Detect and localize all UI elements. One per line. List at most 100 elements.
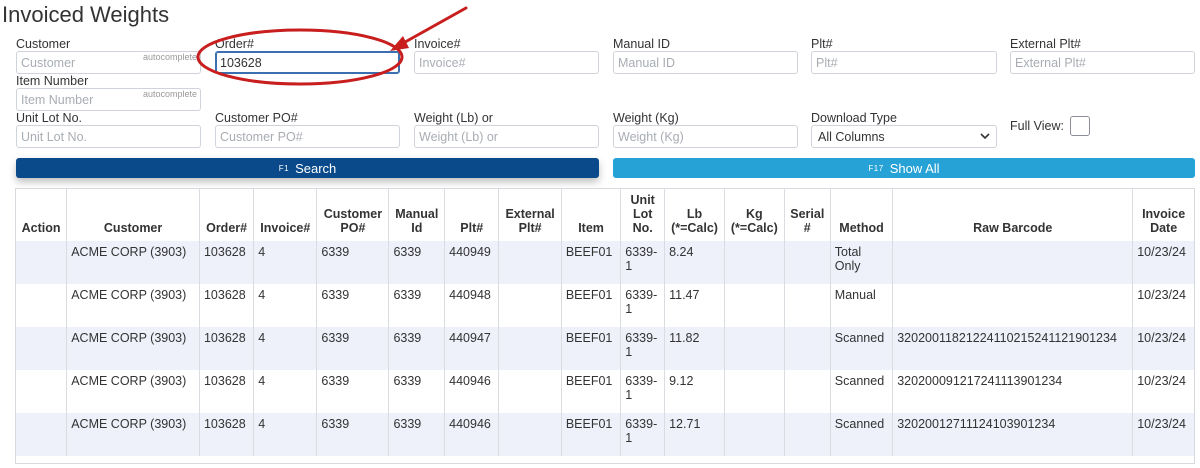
- cell-method: Scanned: [830, 413, 894, 456]
- cell-customer-po: 6339: [316, 413, 390, 456]
- invoiced-weights-page: Invoiced Weights Customer autocomplete O…: [0, 0, 1200, 468]
- download-type-select[interactable]: All Columns: [811, 125, 997, 148]
- cell-raw-barcode: [892, 284, 1134, 327]
- table-row[interactable]: ACME CORP (3903) 103628 4 6339 6339 4409…: [16, 327, 1194, 370]
- col-header-method: Method: [830, 189, 894, 241]
- cell-kg: [724, 413, 785, 456]
- cell-customer: ACME CORP (3903): [66, 413, 200, 456]
- cell-item: BEEF01: [561, 241, 622, 284]
- cell-invoice: 4: [253, 284, 318, 327]
- table-row[interactable]: ACME CORP (3903) 103628 4 6339 6339 4409…: [16, 284, 1194, 327]
- cell-action: [16, 284, 68, 327]
- cell-order: 103628: [199, 370, 255, 413]
- cell-lb: 9.12: [664, 370, 725, 413]
- download-type-field: Download Type All Columns: [811, 111, 997, 148]
- col-header-action: Action: [16, 189, 68, 241]
- cell-serial: [784, 327, 831, 370]
- cell-method: Scanned: [830, 370, 894, 413]
- cell-plt: 440946: [444, 370, 500, 413]
- cell-external-plt: [498, 370, 562, 413]
- cell-serial: [784, 241, 831, 284]
- cell-external-plt: [498, 284, 562, 327]
- cell-kg: [724, 241, 785, 284]
- cell-serial: [784, 370, 831, 413]
- results-table-container: Action Customer Order# Invoice# Customer…: [15, 188, 1195, 464]
- plt-input[interactable]: [811, 51, 997, 74]
- cell-item: BEEF01: [561, 370, 622, 413]
- table-row[interactable]: ACME CORP (3903) 103628 4 6339 6339 4409…: [16, 370, 1194, 413]
- show-all-button-label: Show All: [889, 160, 940, 176]
- cell-plt: 440948: [444, 284, 500, 327]
- cell-unit-lot: 6339- 1: [620, 241, 666, 284]
- order-label: Order#: [215, 37, 254, 51]
- cell-customer: ACME CORP (3903): [66, 241, 200, 284]
- cell-order: 103628: [199, 241, 255, 284]
- external-plt-field: External Plt#: [1010, 37, 1195, 74]
- invoice-input[interactable]: [414, 51, 599, 74]
- cell-unit-lot: 6339- 1: [620, 413, 666, 456]
- col-header-order: Order#: [199, 189, 255, 241]
- show-all-button[interactable]: F17 Show All: [613, 158, 1195, 178]
- search-button-label: Search: [295, 160, 337, 176]
- cell-invoice: 4: [253, 413, 318, 456]
- customer-label: Customer: [16, 37, 71, 51]
- cell-order: 103628: [199, 327, 255, 370]
- cell-lb: 11.82: [664, 327, 725, 370]
- cell-raw-barcode: 320200127111241039​01234: [892, 413, 1134, 456]
- cell-customer-po: 6339: [316, 284, 390, 327]
- table-row[interactable]: ACME CORP (3903) 103628 4 6339 6339 4409…: [16, 413, 1194, 456]
- plt-field: Plt#: [811, 37, 997, 74]
- col-header-customer-po: Customer PO#: [316, 189, 390, 241]
- cell-order: 103628: [199, 413, 255, 456]
- cell-kg: [724, 370, 785, 413]
- col-header-kg: Kg (*=Calc): [724, 189, 785, 241]
- cell-method: Scanned: [830, 327, 894, 370]
- manual-id-input[interactable]: [613, 51, 798, 74]
- cell-invoice-date: 10/23/24: [1137, 417, 1186, 431]
- cell-invoice-date: 10/23/24: [1137, 374, 1186, 388]
- search-button[interactable]: F1 Search: [16, 158, 599, 178]
- cell-unit-lot: 6339- 1: [620, 284, 666, 327]
- cell-manual-id: 6339: [388, 327, 446, 370]
- cell-customer: ACME CORP (3903): [66, 284, 200, 327]
- cell-lb: 8.24: [664, 241, 725, 284]
- external-plt-input[interactable]: [1010, 51, 1195, 74]
- cell-serial: [784, 413, 831, 456]
- cell-raw-barcode: [892, 241, 1134, 284]
- cell-invoice: 4: [253, 370, 318, 413]
- cell-item: BEEF01: [561, 413, 622, 456]
- cell-manual-id: 6339: [388, 241, 446, 284]
- cell-external-plt: [498, 327, 562, 370]
- cell-customer: ACME CORP (3903): [66, 327, 200, 370]
- col-header-manual-id: Manual Id: [388, 189, 446, 241]
- unit-lot-label: Unit Lot No.: [16, 111, 83, 125]
- show-all-hotkey: F17: [868, 163, 884, 173]
- cell-kg: [724, 327, 785, 370]
- customer-po-input[interactable]: [215, 125, 400, 148]
- unit-lot-field: Unit Lot No.: [16, 111, 201, 148]
- manual-id-field: Manual ID: [613, 37, 798, 74]
- weight-kg-label: Weight (Kg): [613, 111, 679, 125]
- cell-action: [16, 241, 68, 284]
- chevron-down-icon: [980, 133, 990, 140]
- full-view-label: Full View:: [1010, 119, 1064, 133]
- page-title: Invoiced Weights: [2, 2, 170, 27]
- cell-invoice: 4: [253, 241, 318, 284]
- weight-lb-field: Weight (Lb) or: [414, 111, 599, 148]
- weight-kg-input[interactable]: [613, 125, 798, 148]
- col-header-serial: Serial #: [784, 189, 831, 241]
- download-type-label: Download Type: [811, 111, 897, 125]
- unit-lot-input[interactable]: [16, 125, 201, 148]
- weight-lb-input[interactable]: [414, 125, 599, 148]
- order-input[interactable]: [215, 51, 400, 74]
- customer-po-label: Customer PO#: [215, 111, 298, 125]
- cell-serial: [784, 284, 831, 327]
- plt-label: Plt#: [811, 37, 833, 51]
- table-row[interactable]: ACME CORP (3903) 103628 4 6339 6339 4409…: [16, 241, 1194, 284]
- weight-lb-label: Weight (Lb) or: [414, 111, 493, 125]
- col-header-raw-barcode: Raw Barcode: [892, 189, 1134, 241]
- order-field: Order#: [215, 37, 400, 74]
- full-view-checkbox[interactable]: [1069, 116, 1090, 136]
- results-table: Action Customer Order# Invoice# Customer…: [16, 189, 1194, 456]
- col-header-item: Item: [561, 189, 622, 241]
